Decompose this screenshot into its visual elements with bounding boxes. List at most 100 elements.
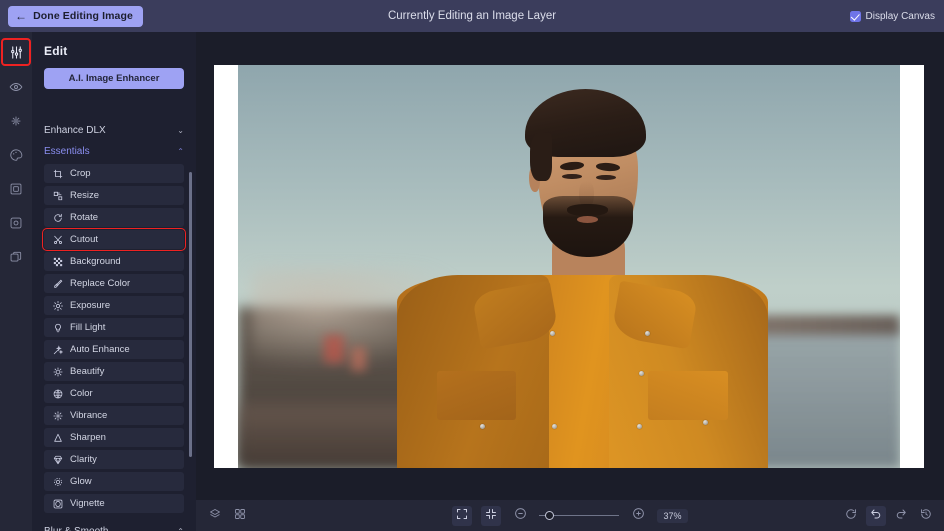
bulb-icon	[52, 322, 63, 333]
image-layer[interactable]	[238, 65, 900, 468]
tool-label: Glow	[70, 476, 92, 487]
tool-item-vignette[interactable]: Vignette	[44, 494, 184, 513]
zoom-in-button[interactable]	[628, 506, 648, 526]
undo-button[interactable]	[866, 506, 886, 526]
tool-label: Vignette	[70, 498, 105, 509]
actual-size-button[interactable]	[481, 506, 501, 526]
canvas-paper	[214, 65, 924, 468]
tool-item-resize[interactable]: Resize	[44, 186, 184, 205]
effects-sparkle-icon	[9, 114, 23, 128]
subject-eye-left	[562, 174, 582, 179]
jacket-button	[637, 424, 642, 429]
reset-icon	[845, 507, 857, 525]
chevron-down-icon: ⌄	[177, 126, 184, 135]
display-canvas-toggle[interactable]: Display Canvas	[850, 0, 935, 32]
back-arrow-icon: ←	[15, 10, 27, 22]
subject-pocket-left	[437, 371, 516, 419]
done-editing-image-button[interactable]: ← Done Editing Image	[8, 6, 143, 27]
beautify-icon	[52, 366, 63, 377]
tool-label: Background	[70, 256, 121, 267]
rail-item-palette[interactable]	[2, 142, 30, 168]
rail-item-duplicate[interactable]	[2, 244, 30, 270]
zoom-in-icon	[632, 507, 645, 525]
done-editing-image-label: Done Editing Image	[33, 10, 133, 22]
redo-button[interactable]	[891, 506, 911, 526]
tool-label: Resize	[70, 190, 99, 201]
tool-item-auto-enhance[interactable]: Auto Enhance	[44, 340, 184, 359]
canvas-area[interactable]	[196, 32, 944, 500]
eyedropper-icon	[52, 278, 63, 289]
sharpen-icon	[52, 432, 63, 443]
rail-item-frame[interactable]	[2, 176, 30, 202]
subject-person	[238, 65, 900, 468]
bottom-center-group: 37%	[196, 506, 944, 526]
subject-head	[523, 89, 649, 258]
zoom-slider[interactable]	[539, 510, 619, 522]
image-editor-app: ← Done Editing Image Currently Editing a…	[0, 0, 944, 531]
display-canvas-checkbox[interactable]	[850, 11, 861, 22]
tool-item-beautify[interactable]: Beautify	[44, 362, 184, 381]
rail-item-overlay[interactable]	[2, 210, 30, 236]
rail-item-effects[interactable]	[2, 108, 30, 134]
crop-icon	[52, 168, 63, 179]
layers-stack-button[interactable]	[205, 506, 225, 526]
tool-item-crop[interactable]: Crop	[44, 164, 184, 183]
edit-panel: Edit A.I. Image Enhancer Enhance DLX ⌄ E…	[32, 32, 196, 531]
essentials-item-list: Crop Resize Rotate Cutout Background	[44, 164, 184, 513]
panel-scrollbar[interactable]	[189, 172, 192, 517]
group-header-enhance-dlx[interactable]: Enhance DLX ⌄	[44, 120, 184, 141]
resize-icon	[52, 190, 63, 201]
chevron-up-icon: ⌃	[177, 527, 184, 531]
tool-item-cutout[interactable]: Cutout	[44, 230, 184, 249]
eye-icon	[9, 80, 23, 94]
ai-image-enhancer-button[interactable]: A.I. Image Enhancer	[44, 68, 184, 89]
tool-label: Exposure	[70, 300, 110, 311]
checkerboard-icon	[52, 256, 63, 267]
layers-stack-icon	[209, 507, 221, 525]
tool-list-scroll-area[interactable]: Enhance DLX ⌄ Essentials ⌃ Crop Resize	[32, 120, 196, 531]
jacket-button	[480, 424, 485, 429]
tool-label: Replace Color	[70, 278, 130, 289]
jacket-button	[639, 371, 644, 376]
fit-screen-icon	[456, 507, 468, 525]
palette-icon	[9, 148, 23, 162]
chevron-up-icon: ⌃	[177, 147, 184, 156]
tool-item-clarity[interactable]: Clarity	[44, 450, 184, 469]
group-header-essentials[interactable]: Essentials ⌃	[44, 141, 184, 162]
display-canvas-label: Display Canvas	[866, 11, 935, 22]
tool-label: Auto Enhance	[70, 344, 130, 355]
panel-scrollbar-thumb[interactable]	[189, 172, 192, 457]
tool-item-sharpen[interactable]: Sharpen	[44, 428, 184, 447]
tool-item-background[interactable]: Background	[44, 252, 184, 271]
reset-button[interactable]	[841, 506, 861, 526]
tool-item-glow[interactable]: Glow	[44, 472, 184, 491]
rail-item-visibility[interactable]	[2, 74, 30, 100]
tool-item-color[interactable]: Color	[44, 384, 184, 403]
group-header-blur-smooth[interactable]: Blur & Smooth ⌃	[44, 521, 184, 531]
fit-screen-button[interactable]	[452, 506, 472, 526]
tool-item-fill-light[interactable]: Fill Light	[44, 318, 184, 337]
tool-item-vibrance[interactable]: Vibrance	[44, 406, 184, 425]
history-button[interactable]	[916, 506, 936, 526]
grid-thumbnails-button[interactable]	[230, 506, 250, 526]
tool-label: Rotate	[70, 212, 98, 223]
clarity-gem-icon	[52, 454, 63, 465]
vignette-icon	[52, 498, 63, 509]
subject-eye-right	[596, 175, 616, 180]
group-label-blur-smooth: Blur & Smooth	[44, 526, 108, 531]
panel-title: Edit	[32, 32, 196, 58]
tool-label: Sharpen	[70, 432, 106, 443]
zoom-out-button[interactable]	[510, 506, 530, 526]
tool-item-replace-color[interactable]: Replace Color	[44, 274, 184, 293]
tool-item-rotate[interactable]: Rotate	[44, 208, 184, 227]
zoom-slider-knob[interactable]	[545, 511, 554, 520]
subject-mustache	[567, 204, 609, 216]
rotate-icon	[52, 212, 63, 223]
tool-item-exposure[interactable]: Exposure	[44, 296, 184, 315]
rail-item-adjustments[interactable]	[1, 38, 31, 66]
bottom-toolbar: 37%	[196, 500, 944, 531]
subject-lips	[577, 216, 598, 223]
adjustments-icon	[9, 45, 24, 60]
undo-icon	[870, 507, 882, 525]
zoom-level-value[interactable]: 37%	[657, 509, 687, 523]
